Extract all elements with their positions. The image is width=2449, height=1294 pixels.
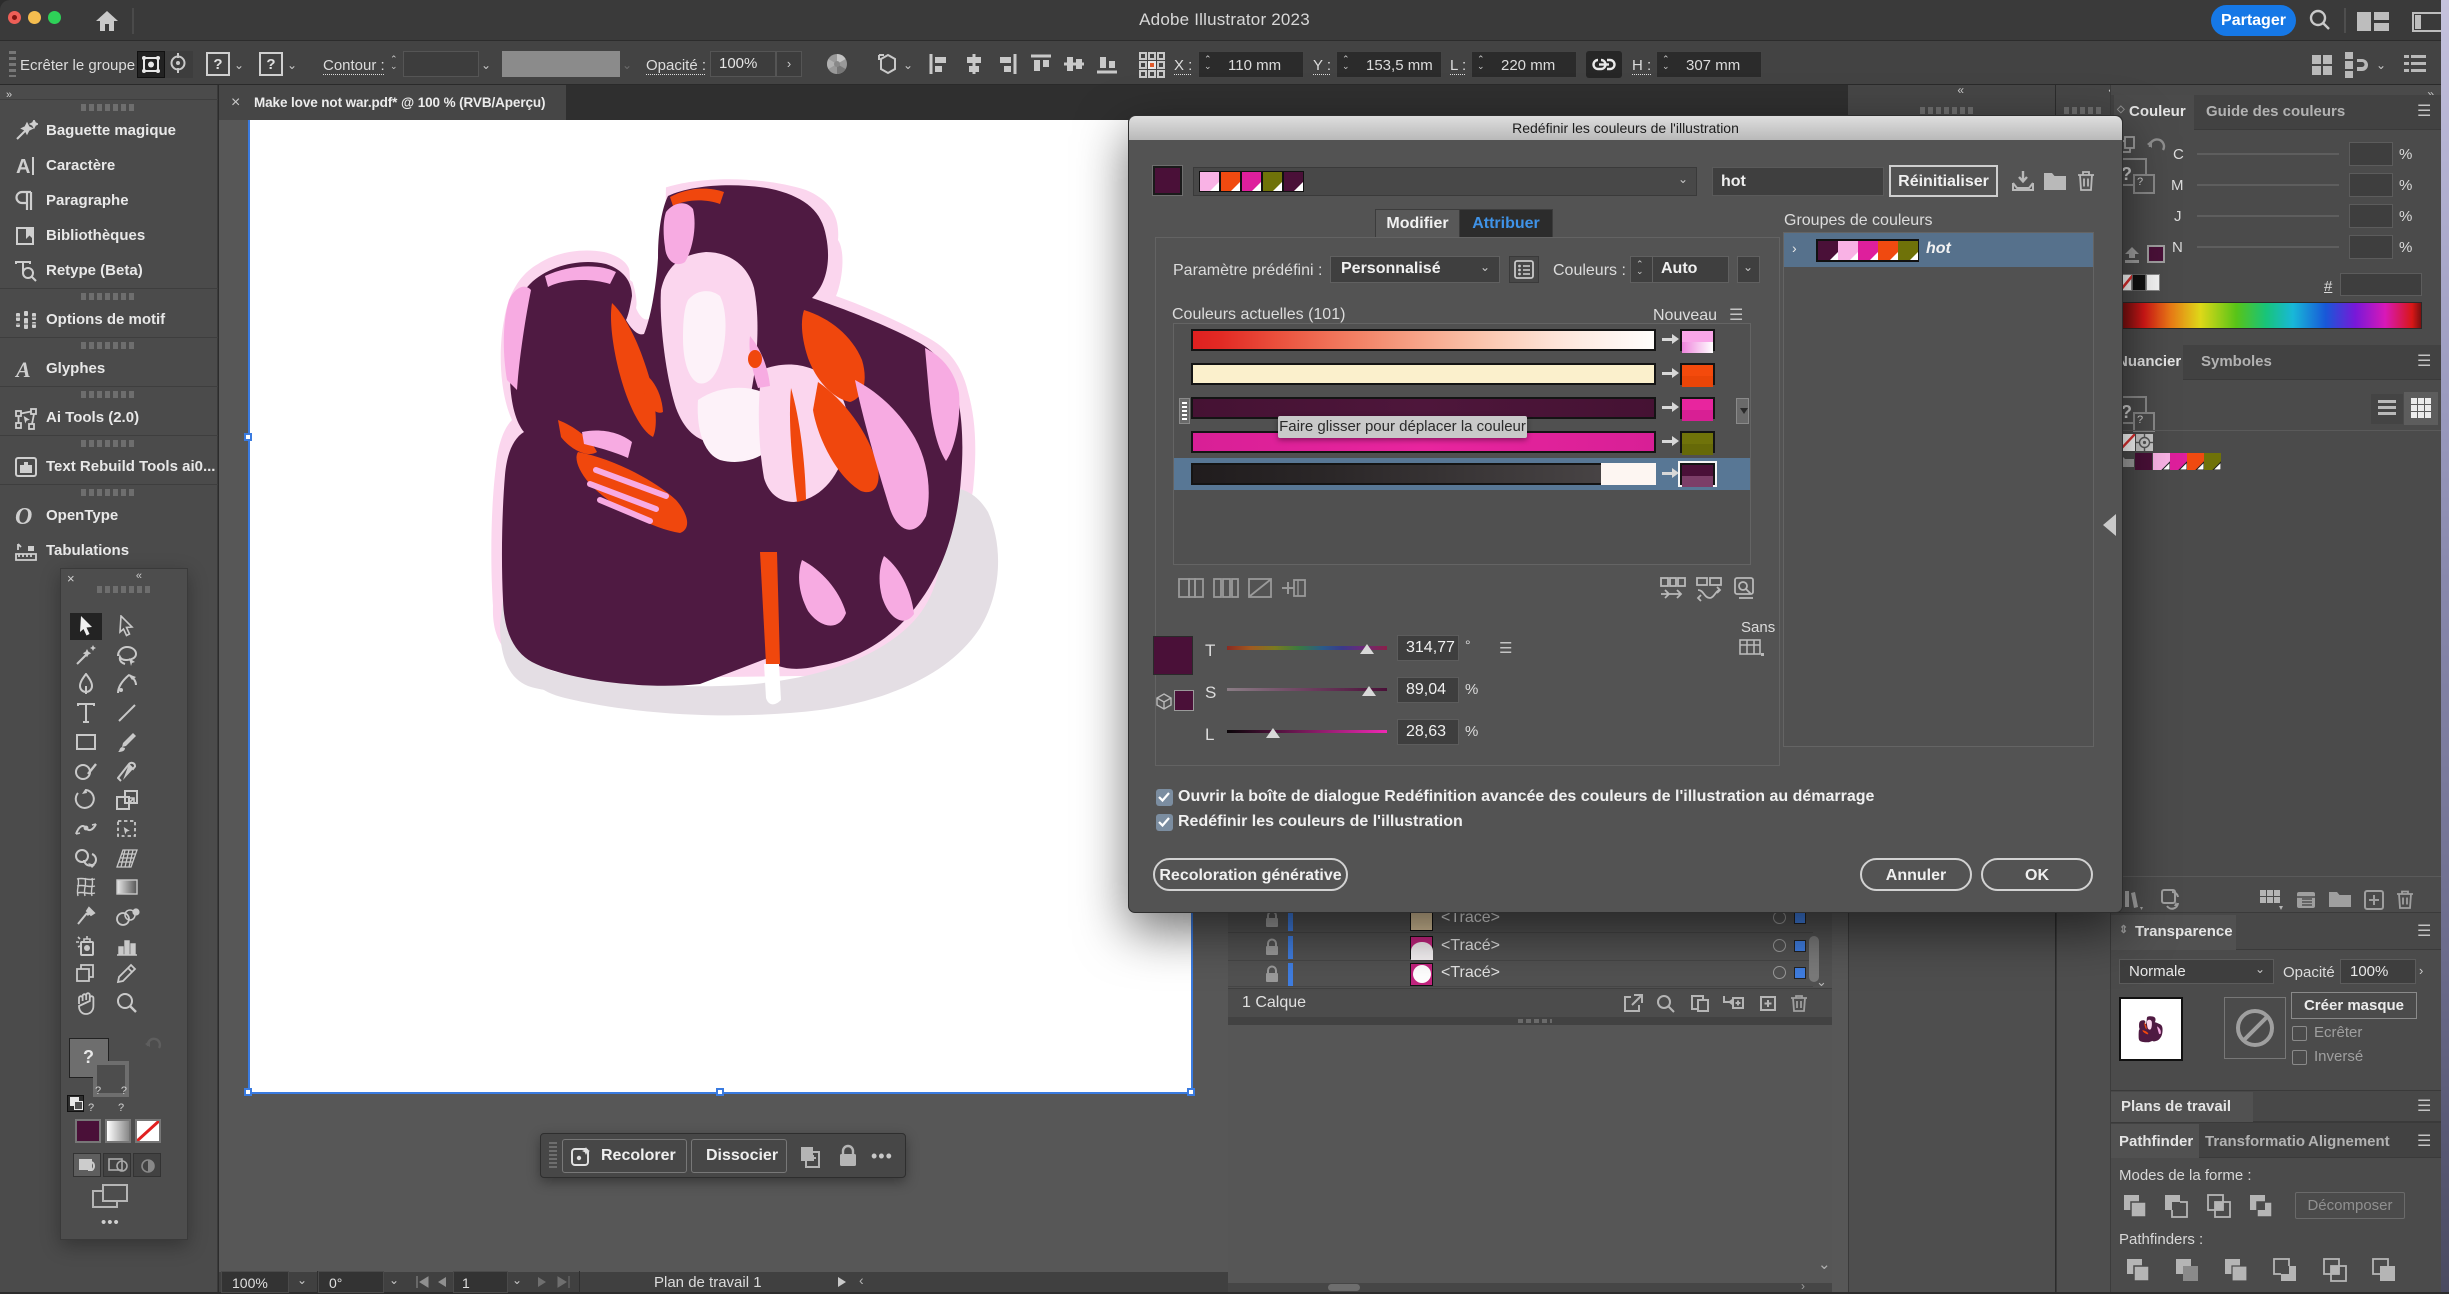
svg-text:O: O	[15, 505, 32, 527]
svg-text:A: A	[14, 358, 31, 380]
svg-text:A: A	[16, 156, 30, 177]
